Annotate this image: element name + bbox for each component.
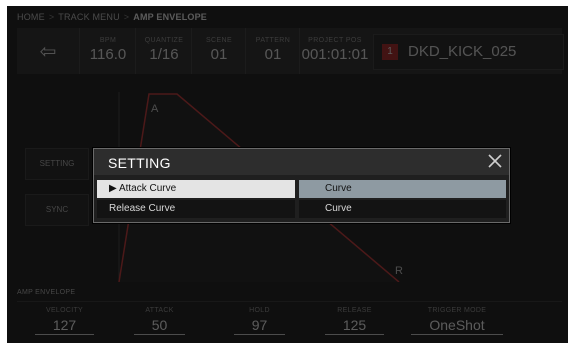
release-value: 125 (324, 317, 385, 335)
scene-value: 01 (210, 46, 228, 63)
quantize-value: 1/16 (149, 46, 179, 63)
hold-param[interactable]: HOLD 97 (212, 302, 307, 340)
breadcrumb-separator: > (123, 12, 130, 22)
breadcrumb-track-menu[interactable]: TRACK MENU (58, 12, 120, 22)
attack-curve-value[interactable]: Curve (299, 180, 506, 198)
breadcrumb-home[interactable]: HOME (17, 12, 45, 22)
release-param[interactable]: RELEASE 125 (307, 302, 402, 340)
play-marker-icon: ▶ (109, 183, 117, 194)
attack-value: 50 (133, 317, 186, 335)
trigger-mode-label: TRIGGER MODE (427, 307, 487, 314)
release-curve-name: Release Curve (109, 203, 176, 214)
dialog-title-bar: SETTING (94, 149, 509, 175)
quantize-param[interactable]: QUANTIZE 1/16 (135, 28, 192, 74)
quantize-label: QUANTIZE (144, 37, 184, 44)
screen: HOME > TRACK MENU > AMP ENVELOPE ⇦ BPM 116.0… (7, 6, 568, 343)
release-curve-label: Release Curve (97, 200, 295, 218)
scene-param[interactable]: SCENE 01 (191, 28, 246, 74)
hold-label: HOLD (249, 307, 270, 314)
bpm-label: BPM (99, 37, 117, 44)
back-button[interactable]: ⇦ (17, 28, 79, 74)
bpm-value: 116.0 (89, 46, 127, 63)
project-pos-value: 001:01:01 (301, 46, 369, 63)
breadcrumb-separator: > (48, 12, 55, 22)
trigger-mode-param[interactable]: TRIGGER MODE OneShot (402, 302, 512, 340)
bpm-param[interactable]: BPM 116.0 (79, 28, 136, 74)
dialog-row-attack-curve[interactable]: ▶ Attack Curve Curve (97, 180, 506, 198)
attack-param[interactable]: ATTACK 50 (112, 302, 207, 340)
attack-marker[interactable]: A (151, 103, 159, 115)
velocity-param[interactable]: VELOCITY 127 (17, 302, 112, 340)
release-label: RELEASE (337, 307, 372, 314)
track-name: DKD_KICK_025 (408, 43, 517, 60)
attack-label: ATTACK (145, 307, 174, 314)
pattern-param[interactable]: PATTERN 01 (245, 28, 300, 74)
hold-value: 97 (233, 317, 286, 335)
sync-side-button[interactable]: SYNC (25, 194, 89, 226)
breadcrumb-current: AMP ENVELOPE (133, 12, 208, 22)
pattern-value: 01 (264, 46, 282, 63)
attack-curve-label: ▶ Attack Curve (97, 180, 295, 198)
track-number-badge: 1 (382, 44, 398, 60)
close-icon[interactable] (486, 152, 504, 170)
velocity-value: 127 (34, 317, 95, 335)
bottom-param-bar: VELOCITY 127 ATTACK 50 HOLD 97 RELEASE 1… (17, 301, 562, 340)
top-bar: ⇦ BPM 116.0 QUANTIZE 1/16 SCENE 01 PATTE… (17, 28, 564, 74)
dialog-title: SETTING (108, 155, 171, 171)
pattern-label: PATTERN (255, 37, 291, 44)
release-marker[interactable]: R (395, 265, 403, 277)
back-arrow-icon: ⇦ (39, 40, 57, 63)
attack-curve-name: Attack Curve (118, 183, 177, 194)
project-pos-label: PROJECT POS (308, 37, 362, 44)
breadcrumb: HOME > TRACK MENU > AMP ENVELOPE (17, 12, 207, 22)
velocity-label: VELOCITY (45, 307, 84, 314)
project-pos-param[interactable]: PROJECT POS 001:01:01 (299, 28, 370, 74)
scene-label: SCENE (205, 37, 233, 44)
setting-dialog: SETTING ▶ Attack Curve Curve Release Cur… (93, 148, 510, 223)
trigger-mode-value: OneShot (411, 317, 503, 335)
track-selector[interactable]: 1 DKD_KICK_025 (373, 34, 564, 70)
setting-side-button[interactable]: SETTING (25, 148, 89, 180)
section-label: AMP ENVELOPE (17, 289, 76, 296)
release-curve-value[interactable]: Curve (299, 200, 506, 218)
dialog-row-release-curve[interactable]: Release Curve Curve (97, 200, 506, 218)
